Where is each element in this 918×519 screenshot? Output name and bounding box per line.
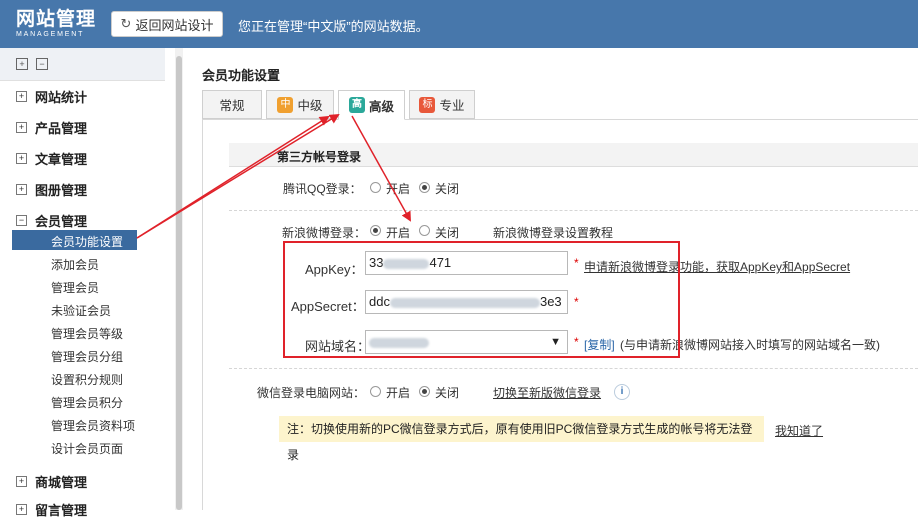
section-label: 网站统计 xyxy=(35,90,88,105)
wechat-off-label: 关闭 xyxy=(435,386,460,400)
collapse-icon: − xyxy=(16,215,27,226)
annotation-highlight-box xyxy=(283,241,680,358)
sidebar-item-profile-fields[interactable]: 管理会员资料项 xyxy=(51,417,135,434)
tab-professional[interactable]: 标专业 xyxy=(409,90,475,119)
sidebar-item-member-groups[interactable]: 管理会员分组 xyxy=(51,348,123,365)
notice-banner: 注：切换使用新的PC微信登录方式后，原有使用旧PC微信登录方式生成的帐号将无法登… xyxy=(279,416,764,462)
sidebar-section-articles[interactable]: + 文章管理 xyxy=(16,149,87,168)
tab-label: 中级 xyxy=(297,99,323,113)
sidebar-item-unverified[interactable]: 未验证会员 xyxy=(51,302,111,319)
logo-subtitle: MANAGEMENT xyxy=(16,31,85,38)
tab-label: 专业 xyxy=(439,99,465,113)
logo: 网站管理 MANAGEMENT xyxy=(16,9,96,39)
tab-advanced[interactable]: 高高级 xyxy=(338,90,405,120)
section-label: 文章管理 xyxy=(35,152,88,167)
expand-icon: + xyxy=(16,122,27,133)
section-label: 图册管理 xyxy=(35,183,88,198)
wechat-on-radio[interactable] xyxy=(370,386,381,397)
wechat-login-label: 微信登录电脑网站： xyxy=(257,386,366,400)
intermediate-badge-icon: 中 xyxy=(277,96,294,113)
switch-wechat-link[interactable]: 切换至新版微信登录 xyxy=(493,384,601,401)
expand-icon: + xyxy=(16,476,27,487)
back-to-site-design-button[interactable]: ↻ 返回网站设计 xyxy=(111,11,223,37)
expand-icon: + xyxy=(16,91,27,102)
refresh-icon: ↻ xyxy=(120,16,132,31)
divider xyxy=(229,368,918,369)
main-panel: 会员功能设置 常规 中中级 高高级 标专业 第三方帐号登录 腾讯QQ登录： 开启… xyxy=(183,48,918,510)
logo-title: 网站管理 xyxy=(16,9,97,30)
sidebar-toolbar: + − xyxy=(0,48,165,81)
weibo-on-radio[interactable] xyxy=(370,225,381,236)
sidebar-section-members[interactable]: − 会员管理 xyxy=(16,211,87,230)
weibo-off-label: 关闭 xyxy=(435,226,460,240)
status-text: 您正在管理“中文版”的网站数据。 xyxy=(238,19,429,34)
sidebar-item-design-member-page[interactable]: 设计会员页面 xyxy=(51,440,123,457)
qq-on-radio[interactable] xyxy=(370,182,381,193)
section-title: 第三方帐号登录 xyxy=(277,150,362,164)
sidebar-section-stats[interactable]: + 网站统计 xyxy=(16,87,87,106)
tab-label: 常规 xyxy=(219,99,245,113)
qq-off-radio[interactable] xyxy=(419,182,430,193)
section-label: 会员管理 xyxy=(35,214,88,229)
sidebar-item-member-levels[interactable]: 管理会员等级 xyxy=(51,325,123,342)
sidebar-section-albums[interactable]: + 图册管理 xyxy=(16,180,87,199)
sidebar-section-products[interactable]: + 产品管理 xyxy=(16,118,87,137)
tab-general[interactable]: 常规 xyxy=(202,90,262,119)
weibo-tutorial-link[interactable]: 新浪微博登录设置教程 xyxy=(493,224,613,241)
back-button-label: 返回网站设计 xyxy=(135,17,214,33)
sidebar-scrollbar-thumb[interactable] xyxy=(176,56,182,510)
top-bar: 网站管理 MANAGEMENT ↻ 返回网站设计 您正在管理“中文版”的网站数据… xyxy=(0,0,918,48)
sidebar-item-add-member[interactable]: 添加会员 xyxy=(51,256,99,273)
page-title: 会员功能设置 xyxy=(202,68,281,83)
wechat-on-label: 开启 xyxy=(386,386,411,400)
qq-off-label: 关闭 xyxy=(435,182,460,196)
weibo-on-label: 开启 xyxy=(386,226,411,240)
sidebar-item-member-points[interactable]: 管理会员积分 xyxy=(51,394,123,411)
sidebar-item-member-settings[interactable]: 会员功能设置 xyxy=(51,233,123,250)
expand-all-icon[interactable]: + xyxy=(16,58,28,70)
section-label: 商城管理 xyxy=(35,475,88,490)
wechat-off-radio[interactable] xyxy=(419,386,430,397)
divider xyxy=(229,210,918,211)
collapse-all-icon[interactable]: − xyxy=(36,58,48,70)
section-label: 产品管理 xyxy=(35,121,88,136)
weibo-off-radio[interactable] xyxy=(419,225,430,236)
sidebar-item-points-rules[interactable]: 设置积分规则 xyxy=(51,371,123,388)
professional-badge-icon: 标 xyxy=(419,96,436,113)
expand-icon: + xyxy=(16,184,27,195)
tab-intermediate[interactable]: 中中级 xyxy=(266,90,334,119)
qq-login-label: 腾讯QQ登录： xyxy=(283,182,362,196)
acknowledge-link[interactable]: 我知道了 xyxy=(775,422,823,439)
weibo-login-label: 新浪微博登录： xyxy=(282,226,367,240)
info-icon[interactable]: i xyxy=(614,384,630,400)
sidebar-section-shop[interactable]: + 商城管理 xyxy=(16,472,87,491)
tab-label: 高级 xyxy=(368,99,394,114)
advanced-badge-icon: 高 xyxy=(348,97,365,113)
expand-icon: + xyxy=(16,153,27,164)
qq-on-label: 开启 xyxy=(386,182,411,196)
sidebar-item-manage-members[interactable]: 管理会员 xyxy=(51,279,99,296)
